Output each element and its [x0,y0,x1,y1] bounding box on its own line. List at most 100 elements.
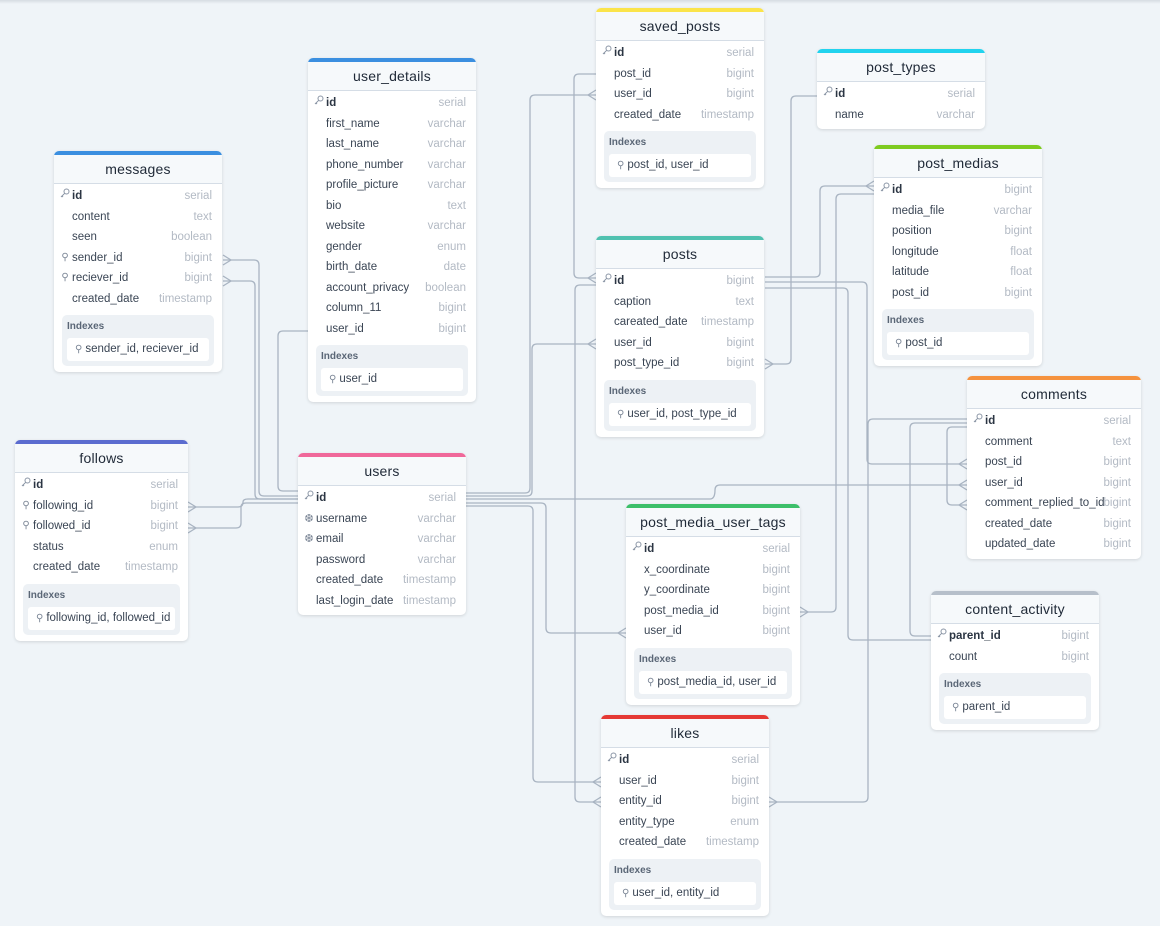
column-row[interactable]: user_id bigint [601,771,769,792]
column-row[interactable]: status enum [15,537,188,558]
column-row[interactable]: user_id bigint [967,473,1141,494]
column-row[interactable]: careated_date timestamp [596,312,764,333]
table-messages[interactable]: messages id serial content text seen boolean ⚲ s… [54,151,222,372]
column-row[interactable]: post_id bigint [874,283,1042,304]
column-row[interactable]: id serial [596,43,764,64]
column-row[interactable]: y_coordinate bigint [626,580,800,601]
column-row[interactable]: created_date timestamp [54,289,222,310]
table-title[interactable]: comments [967,380,1141,409]
index-entry[interactable]: ⚲ sender_id, reciever_id [67,338,209,361]
column-row[interactable]: id bigint [874,180,1042,201]
column-row[interactable]: user_id bigint [626,621,800,642]
index-entry[interactable]: ⚲ parent_id [944,696,1086,719]
index-entry[interactable]: ⚲ user_id, post_type_id [609,402,751,426]
column-row[interactable]: ⚲ following_id bigint [15,496,188,517]
column-row[interactable]: last_login_date timestamp [298,591,466,612]
table-post-media-user-tags[interactable]: post_media_user_tags id serial x_coordinate… [626,504,800,705]
column-row[interactable]: created_date timestamp [601,832,769,853]
column-row[interactable]: created_date bigint [967,514,1141,535]
index-entry[interactable]: ⚲ user_id, entity_id [614,881,756,905]
edge-messages-sender-users [223,259,298,497]
column-row[interactable]: count bigint [931,647,1099,668]
table-content-activity[interactable]: content_activity parent_id bigint count bigi… [931,591,1099,730]
column-row[interactable]: ❆ username varchar [298,509,466,530]
column-row[interactable]: first_name varchar [308,114,476,135]
table-posts[interactable]: posts id bigint caption text careated_date tim… [596,236,764,437]
index-entry[interactable]: ⚲ user_id [321,368,463,391]
column-row[interactable]: profile_picture varchar [308,175,476,196]
column-row[interactable]: birth_date date [308,257,476,278]
column-row[interactable]: created_date timestamp [15,557,188,578]
table-post-types[interactable]: post_types id serial name varchar [817,49,985,129]
column-row[interactable]: caption text [596,292,764,313]
table-post-medias[interactable]: post_medias id bigint media_file varchar posi… [874,145,1042,366]
table-title[interactable]: saved_posts [596,12,764,41]
index-entry[interactable]: ⚲ post_id, user_id [609,154,751,177]
column-row[interactable]: id serial [601,750,769,771]
column-row[interactable]: website varchar [308,216,476,237]
column-row[interactable]: name varchar [817,105,985,126]
table-user-details[interactable]: user_details id serial first_name varchar las… [308,58,476,402]
column-row[interactable]: id serial [967,411,1141,432]
column-row[interactable]: post_media_id bigint [626,601,800,622]
column-row[interactable]: id serial [817,84,985,105]
column-row[interactable]: media_file varchar [874,201,1042,222]
table-likes[interactable]: likes id serial user_id bigint entity_id bigin… [601,715,769,916]
table-title[interactable]: follows [15,444,188,473]
column-row[interactable]: ⚲ sender_id bigint [54,248,222,269]
column-row[interactable]: id serial [298,488,466,509]
column-name: reciever_id [72,272,129,284]
column-row[interactable]: id bigint [596,271,764,292]
column-row[interactable]: column_11 bigint [308,298,476,319]
column-row[interactable]: id serial [15,475,188,496]
table-saved-posts[interactable]: saved_posts id serial post_id bigint user_id b… [596,8,764,188]
table-title[interactable]: content_activity [931,595,1099,624]
column-row[interactable]: id serial [54,186,222,207]
column-row[interactable]: longitude float [874,242,1042,263]
column-row[interactable]: password varchar [298,550,466,571]
column-row[interactable]: user_id bigint [596,333,764,354]
column-row[interactable]: ❆ email varchar [298,529,466,550]
column-row[interactable]: post_id bigint [596,64,764,85]
column-row[interactable]: entity_type enum [601,812,769,833]
column-row[interactable]: seen boolean [54,227,222,248]
column-row[interactable]: user_id bigint [308,319,476,340]
column-row[interactable]: comment_replied_to_id bigint [967,493,1141,514]
table-title[interactable]: post_media_user_tags [626,508,800,537]
table-follows[interactable]: follows id serial ⚲ following_id bigint ⚲ follo… [15,440,188,641]
table-title[interactable]: user_details [308,62,476,91]
column-row[interactable]: id serial [308,93,476,114]
column-row[interactable]: comment text [967,432,1141,453]
column-row[interactable]: created_date timestamp [596,105,764,126]
column-row[interactable]: created_date timestamp [298,570,466,591]
table-users[interactable]: users id serial ❆ username varchar ❆ email varch… [298,453,466,615]
column-row[interactable]: content text [54,207,222,228]
table-title[interactable]: posts [596,240,764,269]
column-row[interactable]: parent_id bigint [931,626,1099,647]
column-row[interactable]: user_id bigint [596,84,764,105]
column-row[interactable]: updated_date bigint [967,534,1141,555]
index-entry[interactable]: ⚲ post_media_id, user_id [639,670,787,694]
column-row[interactable]: latitude float [874,262,1042,283]
table-title[interactable]: users [298,457,466,486]
table-title[interactable]: post_types [817,53,985,82]
column-row[interactable]: id serial [626,539,800,560]
column-row[interactable]: entity_id bigint [601,791,769,812]
column-row[interactable]: x_coordinate bigint [626,560,800,581]
column-row[interactable]: account_privacy boolean [308,278,476,299]
column-row[interactable]: position bigint [874,221,1042,242]
index-entry[interactable]: ⚲ post_id [887,332,1029,355]
table-title[interactable]: post_medias [874,149,1042,178]
column-row[interactable]: phone_number varchar [308,155,476,176]
table-comments[interactable]: comments id serial comment text post_id bigint… [967,376,1141,559]
column-row[interactable]: last_name varchar [308,134,476,155]
column-row[interactable]: post_id bigint [967,452,1141,473]
column-row[interactable]: bio text [308,196,476,217]
column-row[interactable]: ⚲ followed_id bigint [15,516,188,537]
table-title[interactable]: likes [601,719,769,748]
column-row[interactable]: ⚲ reciever_id bigint [54,268,222,289]
index-entry[interactable]: ⚲ following_id, followed_id [28,606,175,630]
table-title[interactable]: messages [54,155,222,184]
column-row[interactable]: post_type_id bigint [596,353,764,374]
column-row[interactable]: gender enum [308,237,476,258]
